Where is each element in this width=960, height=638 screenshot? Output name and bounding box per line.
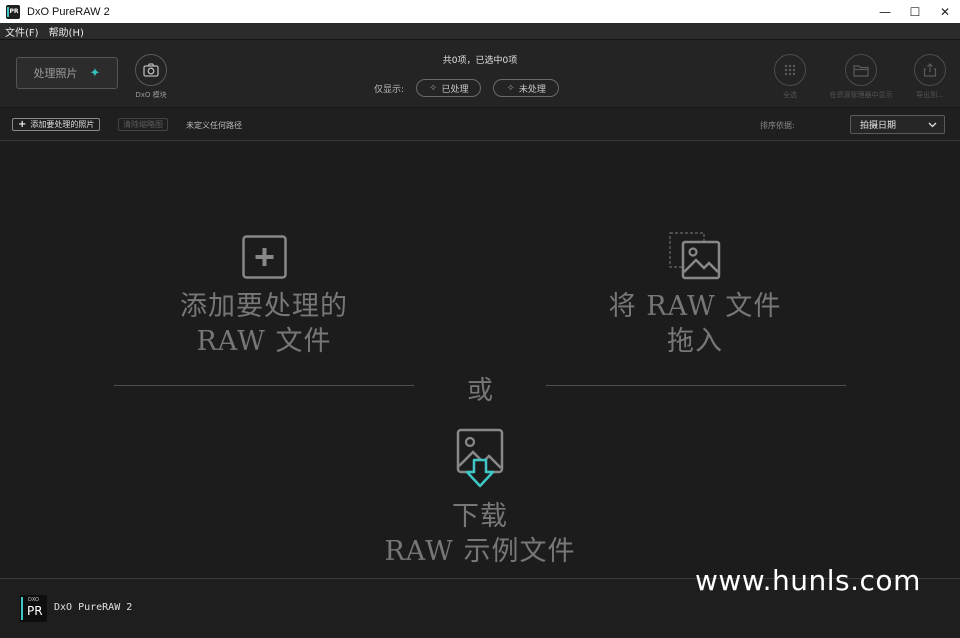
filter-label: 仅显示: <box>374 84 405 95</box>
drag-raw-line1: 将 RAW 文件 <box>608 291 782 322</box>
filter-unprocessed-label: 未处理 <box>518 84 546 95</box>
sort-label: 排序依据: <box>760 121 795 130</box>
filter-unprocessed-button[interactable]: ✧ 未处理 <box>493 79 559 97</box>
close-button[interactable]: ✕ <box>930 0 960 23</box>
footer-logo-text: PR <box>27 604 43 618</box>
menu-file[interactable]: 文件(F) <box>0 24 44 39</box>
app-icon-text: PR <box>9 8 19 15</box>
dxo-module-tool: DxO 模块 <box>134 54 168 100</box>
menu-bar: 文件(F) 帮助(H) <box>0 23 960 40</box>
sparkle-icon: ✦ <box>89 65 101 81</box>
watermark: www.hunls.com <box>695 564 921 597</box>
window-title: DxO PureRAW 2 <box>27 5 110 18</box>
process-photos-label: 处理照片 <box>33 67 78 80</box>
show-in-explorer-tool: 在资源管理器中显示 <box>821 54 901 100</box>
divider-right <box>546 385 846 386</box>
clear-thumbnails-button[interactable]: 清除缩略图 <box>118 118 168 131</box>
drag-raw-line2: 拖入 <box>667 326 723 357</box>
drag-image-icon <box>669 232 721 280</box>
add-photos-label: 添加要处理的照片 <box>30 120 95 129</box>
process-photos-button[interactable]: 处理照片 ✦ <box>16 57 118 89</box>
filter-processed-button[interactable]: ✧ 已处理 <box>416 79 482 97</box>
select-all-button[interactable] <box>774 54 806 86</box>
maximize-button[interactable]: ☐ <box>900 0 930 23</box>
download-image-icon <box>456 428 504 488</box>
footer-logo-small-text: DXO <box>28 597 39 603</box>
dxo-module-label: DxO 模块 <box>135 91 167 99</box>
add-raw-line2: RAW 文件 <box>196 326 332 357</box>
dxo-module-button[interactable] <box>135 54 167 86</box>
or-text: 或 <box>466 376 493 406</box>
camera-icon <box>143 63 159 77</box>
folder-icon <box>853 64 869 77</box>
path-status: 未定义任何路径 <box>186 121 242 130</box>
sort-select-value: 拍摄日期 <box>860 121 897 131</box>
download-line2: RAW 示例文件 <box>384 536 576 567</box>
selection-counter: 共0项，已选中0项 <box>442 56 518 66</box>
sparkle-icon: ✧ <box>429 82 438 94</box>
download-line1: 下载 <box>452 501 508 532</box>
sparkle-icon: ✧ <box>506 82 515 94</box>
minimize-button[interactable]: — <box>870 0 900 23</box>
footer-app-name: DxO PureRAW 2 <box>54 602 133 613</box>
secondary-toolbar: + 添加要处理的照片 清除缩略图 未定义任何路径 排序依据: <box>0 109 960 141</box>
main-toolbar: 处理照片 ✦ DxO 模块 共0项，已选中0项 仅显示: ✧ 已处理 ✧ 未处理… <box>0 40 960 108</box>
divider-left <box>114 385 414 386</box>
show-in-explorer-label: 在资源管理器中显示 <box>829 91 893 99</box>
filter-processed-label: 已处理 <box>441 84 469 95</box>
export-tool: 导出到... <box>890 54 960 100</box>
app-window: PR DxO PureRAW 2 — ☐ ✕ 文件(F) 帮助(H) 处理照片 … <box>0 0 960 638</box>
select-all-tool: 全选 <box>750 54 830 100</box>
add-photos-button[interactable]: + 添加要处理的照片 <box>12 118 101 131</box>
add-file-icon <box>242 235 287 279</box>
title-bar: PR DxO PureRAW 2 — ☐ ✕ <box>0 0 960 23</box>
show-in-explorer-button[interactable] <box>845 54 877 86</box>
add-raw-line1: 添加要处理的 <box>180 291 348 322</box>
menu-help[interactable]: 帮助(H) <box>44 24 89 39</box>
export-icon <box>923 63 937 77</box>
chevron-down-icon <box>928 122 937 127</box>
main-drop-area: 添加要处理的 RAW 文件 将 RAW 文件 拖入 或 下载 RAW 示例文件 <box>0 142 960 578</box>
footer-logo: DXO PR <box>20 595 47 622</box>
export-label: 导出到... <box>916 91 944 99</box>
filter-row: 仅显示: ✧ 已处理 ✧ 未处理 <box>374 79 559 97</box>
plus-icon: + <box>18 119 27 130</box>
grid-icon <box>784 64 796 76</box>
window-controls: — ☐ ✕ <box>870 0 960 23</box>
export-button[interactable] <box>914 54 946 86</box>
sort-select[interactable]: 拍摄日期 <box>850 115 945 134</box>
app-logo-icon: PR <box>6 4 20 19</box>
select-all-label: 全选 <box>783 91 797 99</box>
